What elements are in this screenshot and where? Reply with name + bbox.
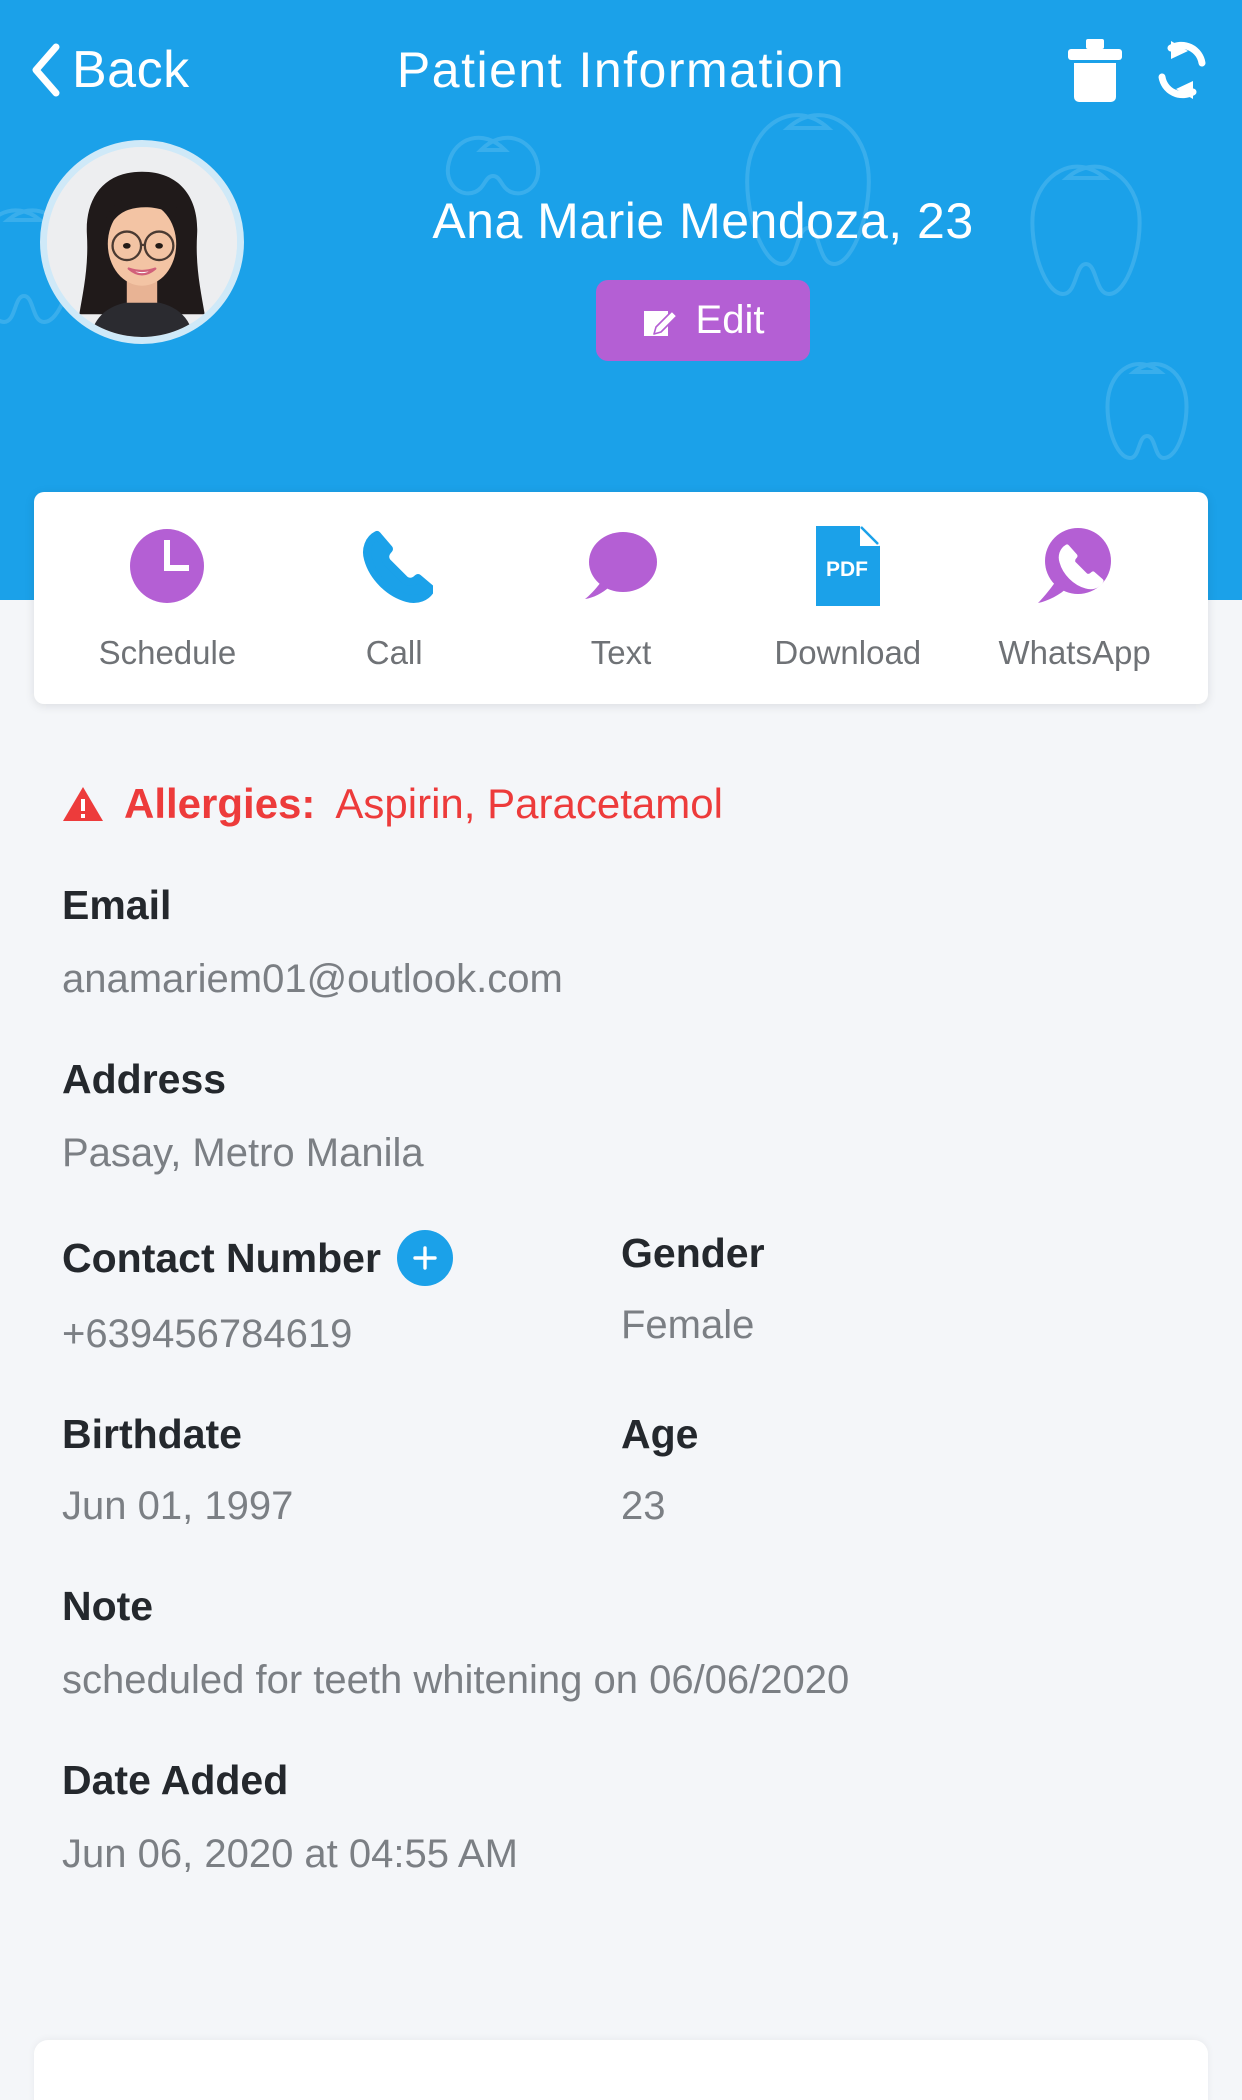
address-value: Pasay, Metro Manila <box>62 1131 424 1175</box>
field-gender: Gender Female <box>621 1230 1180 1357</box>
email-label: Email <box>62 882 172 928</box>
age-value: 23 <box>621 1484 666 1528</box>
phone-icon-wrap <box>355 524 434 608</box>
warning-triangle-icon <box>63 787 103 821</box>
top-navigation-bar: Back Patient Information <box>0 0 1242 140</box>
gender-label: Gender <box>621 1230 765 1276</box>
patient-name: Ana Marie Mendoza, 23 <box>432 193 974 249</box>
pdf-file-icon: PDF <box>815 526 880 606</box>
allergies-row: Allergies: Aspirin, Paracetamol <box>62 780 1180 828</box>
age-label: Age <box>621 1411 699 1457</box>
edit-label: Edit <box>695 298 765 342</box>
clock-icon <box>130 529 205 603</box>
refresh-icon[interactable] <box>1150 37 1214 103</box>
note-value: scheduled for teeth whitening on 06/06/2… <box>62 1658 850 1702</box>
field-note: Note scheduled for teeth whitening on 06… <box>62 1583 1180 1703</box>
add-contact-number-button[interactable] <box>396 1230 453 1286</box>
field-contact-number: Contact Number +639456784619 <box>62 1230 621 1357</box>
contact-number-label: Contact Number <box>62 1234 381 1281</box>
birthdate-age-row: Birthdate Jun 01, 1997 Age 23 <box>62 1411 1180 1529</box>
action-label: Download <box>774 634 922 671</box>
allergies-value: Aspirin, Paracetamol <box>335 780 723 827</box>
patient-photo <box>47 147 237 337</box>
pdf-file-icon-wrap: PDF <box>814 524 882 608</box>
action-label: Call <box>365 634 423 671</box>
contact-gender-row: Contact Number +639456784619 Gender Fema… <box>62 1230 1180 1357</box>
avatar[interactable] <box>40 140 244 344</box>
whatsapp-icon <box>1037 528 1111 603</box>
action-download[interactable]: PDF Download <box>753 524 943 672</box>
gender-value: Female <box>621 1303 755 1347</box>
action-label: Schedule <box>98 634 237 671</box>
birthdate-value: Jun 01, 1997 <box>62 1484 294 1528</box>
chevron-left-icon <box>32 43 60 97</box>
date-added-label: Date Added <box>62 1757 289 1803</box>
pencil-edit-icon <box>643 309 678 336</box>
email-value: anamariem01@outlook.com <box>62 957 563 1001</box>
patient-information-screen: Back Patient Information Ana Marie Mendo… <box>0 0 1242 2100</box>
trash-icon[interactable] <box>1066 37 1124 103</box>
field-birthdate: Birthdate Jun 01, 1997 <box>62 1411 621 1529</box>
action-label: WhatsApp <box>998 634 1151 671</box>
action-text[interactable]: Text <box>526 524 716 672</box>
note-label: Note <box>62 1583 154 1629</box>
field-age: Age 23 <box>621 1411 1180 1529</box>
speech-bubble-icon <box>584 532 657 599</box>
birthdate-label: Birthdate <box>62 1411 242 1457</box>
phone-icon <box>363 531 434 603</box>
quick-actions-card: Schedule Call Text PDF Download WhatsApp <box>34 492 1208 704</box>
profile-details: Ana Marie Mendoza, 23 Edit <box>244 140 1202 361</box>
action-schedule[interactable]: Schedule <box>72 524 262 672</box>
medical-history-card[interactable]: Medical History 2 <box>34 2040 1208 2100</box>
allergies-label: Allergies: <box>124 780 316 827</box>
address-label: Address <box>62 1056 227 1102</box>
svg-text:PDF: PDF <box>826 558 868 581</box>
field-date-added: Date Added Jun 06, 2020 at 04:55 AM <box>62 1757 1180 1877</box>
contact-number-value: +639456784619 <box>62 1312 353 1356</box>
date-added-value: Jun 06, 2020 at 04:55 AM <box>62 1832 518 1876</box>
navbar-actions <box>1066 37 1214 103</box>
plus-icon <box>413 1246 437 1270</box>
clock-icon-wrap <box>128 524 206 608</box>
field-address: Address Pasay, Metro Manila <box>62 1056 1180 1176</box>
edit-button[interactable]: Edit <box>595 280 811 361</box>
back-label: Back <box>72 41 190 99</box>
patient-profile: Ana Marie Mendoza, 23 Edit <box>0 140 1242 361</box>
action-label: Text <box>590 634 652 671</box>
field-email: Email anamariem01@outlook.com <box>62 882 1180 1002</box>
contact-number-label-row: Contact Number <box>62 1230 621 1286</box>
patient-details: Allergies: Aspirin, Paracetamol Email an… <box>0 704 1242 1877</box>
speech-bubble-icon-wrap <box>581 524 661 608</box>
action-call[interactable]: Call <box>299 524 489 672</box>
action-whatsapp[interactable]: WhatsApp <box>980 524 1170 672</box>
whatsapp-icon-wrap <box>1034 524 1116 608</box>
back-button[interactable]: Back <box>28 40 190 100</box>
